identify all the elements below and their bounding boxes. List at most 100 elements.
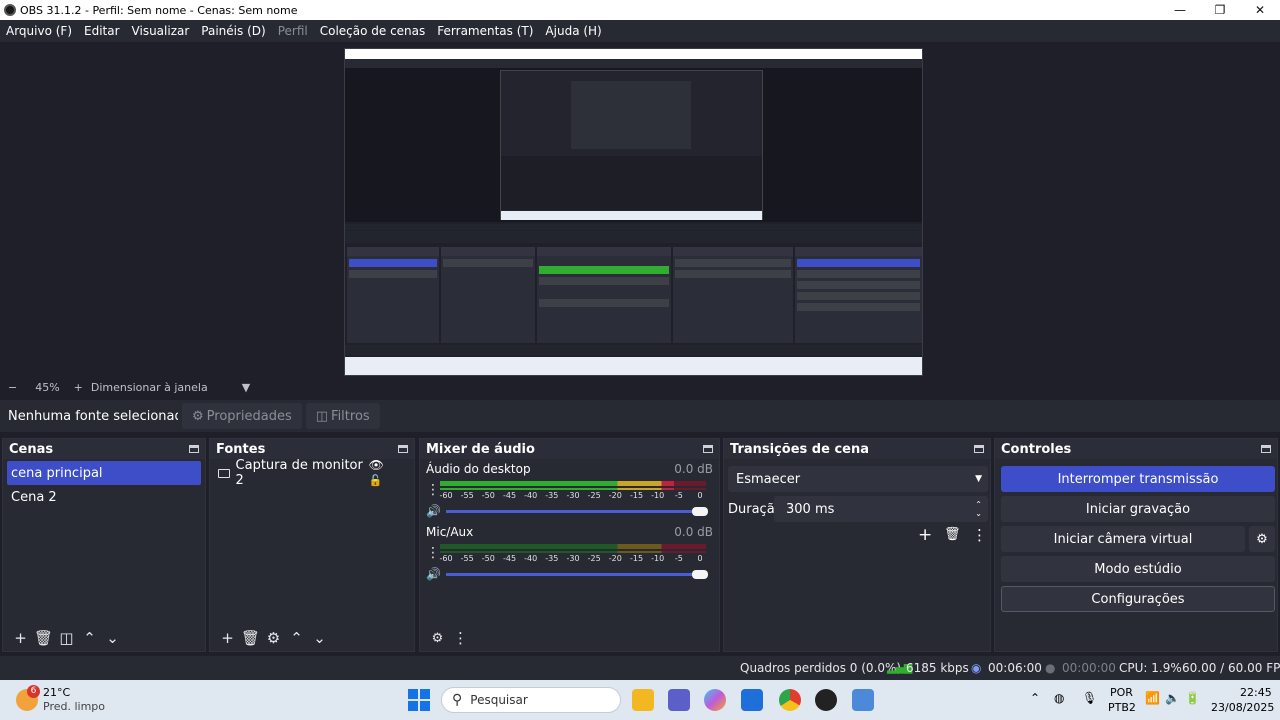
audio-mixer-dock: Mixer de áudio Áudio do desktop 0.0 dB ⋮… — [419, 438, 720, 652]
settings-button[interactable]: Configurações — [1001, 586, 1275, 612]
filters-button[interactable]: ◫ Filtros — [305, 403, 380, 429]
controls-title: Controles — [1001, 441, 1072, 457]
scene-item[interactable]: cena principal — [7, 461, 201, 485]
transition-select[interactable]: Esmaecer ▼ — [728, 466, 988, 492]
undock-icon[interactable] — [189, 445, 199, 453]
source-item[interactable]: Captura de monitor 2 👁 🔓 — [214, 458, 410, 488]
zoom-in-button[interactable]: + — [74, 381, 83, 394]
language-secondary[interactable]: PTB2 — [1108, 701, 1136, 714]
trash-icon[interactable]: 🗑 — [944, 527, 961, 542]
menu-profile[interactable]: Perfil — [272, 24, 314, 38]
volume-slider[interactable] — [442, 568, 708, 580]
preview-canvas[interactable] — [0, 42, 1280, 378]
volume-slider[interactable] — [442, 505, 708, 517]
menu-tools[interactable]: Ferramentas (T) — [431, 24, 539, 38]
trash-icon[interactable]: 🗑 — [239, 629, 262, 647]
file-explorer-icon[interactable] — [632, 689, 654, 711]
kebab-menu-icon[interactable]: ⋮ — [426, 482, 440, 498]
tray-app-icon[interactable]: ◍ — [1054, 691, 1064, 705]
properties-button[interactable]: ⚙ Propriedades — [182, 403, 302, 429]
undock-icon[interactable] — [703, 445, 713, 453]
kebab-menu-icon[interactable]: ⋮ — [972, 526, 987, 544]
menu-edit[interactable]: Editar — [78, 24, 126, 38]
volume-icon[interactable]: 🔈 — [1165, 691, 1180, 705]
menu-bar: Arquivo (F) Editar Visualizar Painéis (D… — [0, 20, 1280, 42]
battery-icon[interactable]: 🔋 — [1185, 691, 1200, 705]
windows-start-icon[interactable] — [408, 689, 430, 711]
streaming-icon: ◉ — [971, 661, 982, 675]
mixer-title: Mixer de áudio — [426, 441, 535, 457]
maximize-button[interactable]: ❐ — [1200, 0, 1240, 20]
kebab-menu-icon[interactable]: ⋮ — [426, 545, 440, 561]
menu-file[interactable]: Arquivo (F) — [0, 24, 78, 38]
preview-capture-image — [344, 48, 923, 376]
menu-scene-collection[interactable]: Coleção de cenas — [314, 24, 432, 38]
kebab-menu-icon[interactable]: ⋮ — [449, 629, 472, 647]
transition-selected: Esmaecer — [736, 471, 801, 487]
transitions-title: Transições de cena — [730, 441, 869, 457]
meter-tick-label: -45 — [502, 491, 517, 500]
undock-icon[interactable] — [398, 445, 408, 453]
advanced-audio-gear-icon[interactable]: ⚙ — [426, 631, 449, 646]
undock-icon[interactable] — [1261, 445, 1271, 453]
meter-tick-label: -35 — [545, 491, 559, 500]
menu-help[interactable]: Ajuda (H) — [539, 24, 607, 38]
move-up-icon[interactable]: ⌃ — [285, 629, 308, 647]
scale-mode-dropdown-icon[interactable]: ▼ — [242, 381, 250, 394]
meter-tick-label: -55 — [460, 554, 474, 563]
add-icon[interactable]: + — [216, 629, 239, 647]
chevron-up-icon[interactable]: ⌃ — [1030, 691, 1040, 705]
channel-name: Áudio do desktop — [426, 462, 531, 476]
microphone-icon[interactable]: 🎙 — [1082, 691, 1097, 705]
language-primary[interactable]: POR — [1110, 686, 1133, 699]
start-recording-button[interactable]: Iniciar gravação — [1001, 496, 1275, 522]
meter-tick-label: -60 — [439, 491, 453, 500]
clock-time[interactable]: 22:45 — [1240, 686, 1272, 699]
chrome-icon[interactable] — [779, 689, 801, 711]
zoom-out-button[interactable]: − — [8, 381, 17, 394]
studio-mode-button[interactable]: Modo estúdio — [1001, 556, 1275, 582]
weather-temp[interactable]: 21°C — [43, 686, 70, 699]
spin-arrows-icon[interactable]: ⌃ ⌄ — [975, 500, 982, 518]
weather-desc[interactable]: Pred. limpo — [43, 700, 105, 713]
virtual-camera-gear-icon[interactable]: ⚙ — [1249, 526, 1275, 552]
obs-app-icon — [4, 4, 16, 16]
wifi-icon[interactable]: 📶 — [1145, 691, 1160, 705]
move-down-icon[interactable]: ⌄ — [308, 629, 331, 647]
menu-docks[interactable]: Painéis (D) — [195, 24, 271, 38]
speaker-icon[interactable]: 🔊 — [426, 567, 442, 581]
close-button[interactable]: ✕ — [1240, 0, 1280, 20]
duration-spinbox[interactable]: 300 ms ⌃ ⌄ — [774, 496, 988, 522]
obs-taskbar-icon[interactable] — [815, 689, 837, 711]
stop-streaming-button[interactable]: Interromper transmissão — [1001, 466, 1275, 492]
meter-tick-label: -25 — [587, 554, 601, 563]
meter-tick-label: -10 — [651, 491, 665, 500]
trash-icon[interactable]: 🗑 — [32, 629, 55, 647]
meter-tick-label: -5 — [674, 491, 683, 500]
lock-icon[interactable]: 🔓 — [369, 474, 383, 487]
start-virtual-camera-button[interactable]: Iniciar câmera virtual — [1001, 526, 1245, 552]
minimize-button[interactable]: — — [1160, 0, 1200, 20]
scenes-title: Cenas — [9, 441, 54, 457]
add-icon[interactable]: + — [9, 629, 32, 647]
gear-icon[interactable]: ⚙ — [262, 629, 285, 647]
undock-icon[interactable] — [974, 445, 984, 453]
visibility-eye-icon[interactable]: 👁 — [369, 458, 384, 472]
scene-item[interactable]: Cena 2 — [7, 485, 201, 509]
photos-icon[interactable] — [852, 689, 874, 711]
move-up-icon[interactable]: ⌃ — [78, 629, 101, 647]
taskbar-search[interactable]: ⚲ Pesquisar — [441, 687, 621, 713]
filter-icon[interactable]: ◫ — [55, 629, 78, 647]
duration-value: 300 ms — [786, 501, 835, 517]
add-icon[interactable]: + — [918, 525, 932, 545]
scale-mode-label[interactable]: Dimensionar à janela — [91, 381, 208, 394]
store-icon[interactable] — [741, 689, 763, 711]
menu-view[interactable]: Visualizar — [126, 24, 196, 38]
teams-icon[interactable] — [668, 689, 690, 711]
copilot-icon[interactable] — [704, 689, 726, 711]
move-down-icon[interactable]: ⌄ — [101, 629, 124, 647]
recording-icon: ● — [1045, 661, 1056, 675]
clock-date[interactable]: 23/08/2025 — [1211, 701, 1274, 714]
speaker-icon[interactable]: 🔊 — [426, 504, 442, 518]
volume-meter: -60 -55 -50 -45 -40 -35 -30 -25 -20 -15 -10 -5 0 — [439, 541, 706, 565]
